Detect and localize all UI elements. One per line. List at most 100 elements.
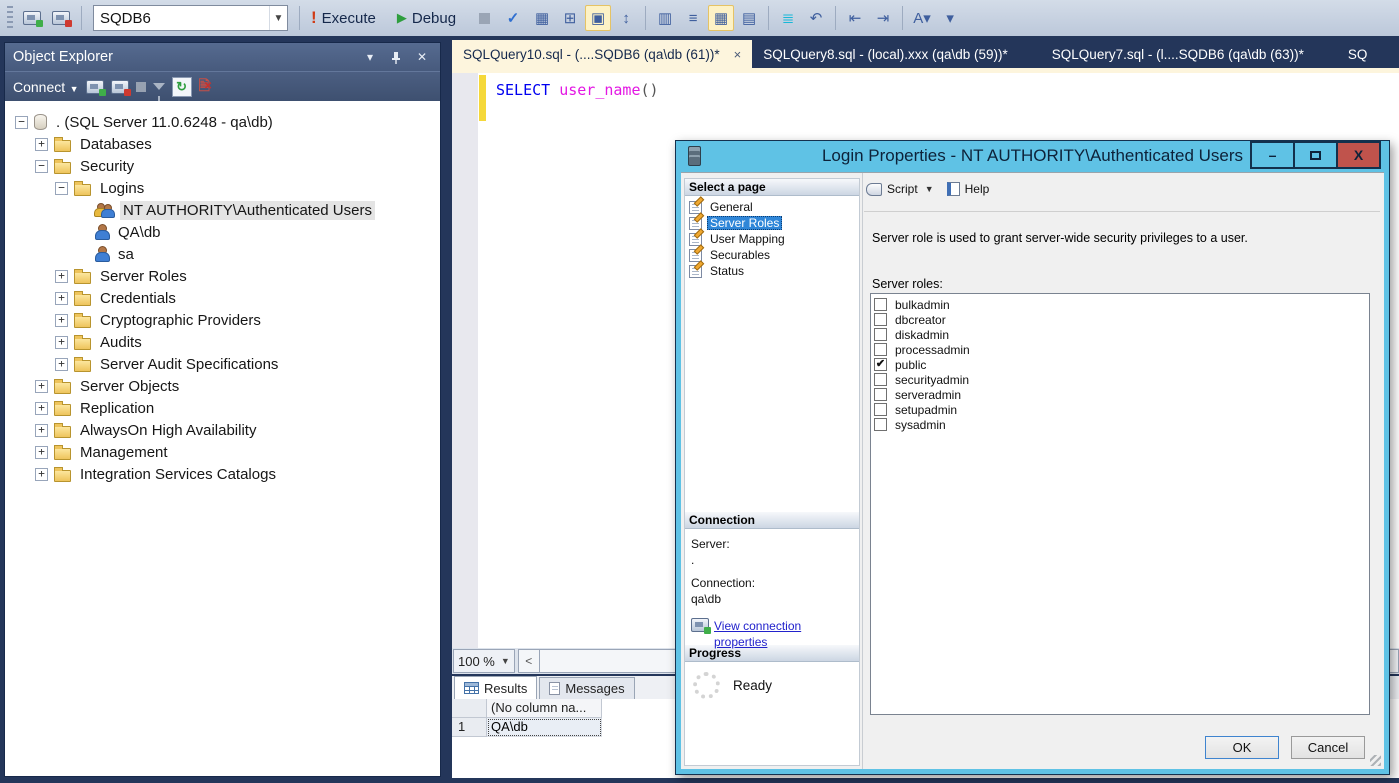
tree-item[interactable]: +Credentials (5, 287, 440, 309)
results-tab-results[interactable]: Results (454, 676, 537, 699)
filter-icon[interactable] (153, 83, 165, 90)
sqlcmd-mode-icon[interactable]: ▥ (652, 5, 678, 31)
results-to-text-icon[interactable]: ≡ (680, 5, 706, 31)
maximize-button[interactable] (1293, 141, 1338, 169)
code-line[interactable]: SELECT user_name() (496, 81, 659, 99)
checkbox-processadmin[interactable] (874, 343, 887, 356)
sidebar-item-user-mapping[interactable]: User Mapping (689, 231, 859, 247)
results-tab-messages[interactable]: Messages (539, 677, 634, 699)
tree-item[interactable]: +Server Audit Specifications (5, 353, 440, 375)
expander-icon[interactable]: + (55, 314, 68, 327)
server-role-row[interactable]: setupadmin (874, 402, 1369, 417)
close-icon[interactable]: ✕ (412, 48, 432, 66)
chevron-down-icon[interactable]: ▼ (925, 184, 934, 194)
checkbox-serveradmin[interactable] (874, 388, 887, 401)
window-position-icon[interactable]: ▾ (360, 48, 380, 66)
close-button[interactable]: X (1336, 141, 1381, 169)
document-tab[interactable]: SQLQuery7.sql - (l....SQDB6 (qa\db (63))… (1041, 40, 1315, 68)
document-tab[interactable]: SQLQuery8.sql - (local).xxx (qa\db (59))… (752, 40, 1019, 68)
expander-icon[interactable]: + (35, 138, 48, 151)
server-role-row[interactable]: processadmin (874, 342, 1369, 357)
tree-item[interactable]: −Logins (5, 177, 440, 199)
expander-icon[interactable]: + (35, 402, 48, 415)
close-tab-icon[interactable]: × (734, 47, 742, 62)
checkbox-public[interactable]: ✔ (874, 358, 887, 371)
show-estimated-plan-icon[interactable]: ▦ (529, 5, 555, 31)
server-role-row[interactable]: diskadmin (874, 327, 1369, 342)
help-button[interactable]: Help (965, 182, 990, 196)
server-role-row[interactable]: ✔public (874, 357, 1369, 372)
grid-corner-cell[interactable] (452, 699, 487, 718)
minimize-button[interactable]: – (1250, 141, 1295, 169)
checkbox-dbcreator[interactable] (874, 313, 887, 326)
editor-zoom-select[interactable]: 100 % ▼ (453, 649, 515, 673)
chevron-down-icon[interactable]: ▼ (269, 6, 287, 30)
tree-item[interactable]: −Security (5, 155, 440, 177)
server-role-row[interactable]: dbcreator (874, 312, 1369, 327)
connect-menu-button[interactable]: Connect ▼ (13, 79, 79, 95)
expander-icon[interactable]: + (55, 292, 68, 305)
tree-item[interactable]: +Cryptographic Providers (5, 309, 440, 331)
name-completion-icon[interactable]: A▾ (909, 5, 935, 31)
ok-button[interactable]: OK (1205, 736, 1279, 759)
results-to-file-icon[interactable]: ▤ (736, 5, 762, 31)
execute-button[interactable]: ! Execute (307, 5, 380, 31)
expander-icon[interactable]: − (15, 116, 28, 129)
grid-row-header[interactable]: 1 (452, 718, 487, 737)
results-to-grid-icon[interactable]: ▦ (708, 5, 734, 31)
connect-server-icon[interactable] (86, 80, 104, 94)
tree-item[interactable]: +Management (5, 441, 440, 463)
increase-indent-icon[interactable]: ⇥ (870, 5, 896, 31)
checkbox-diskadmin[interactable] (874, 328, 887, 341)
tree-item[interactable]: +Databases (5, 133, 440, 155)
tree-item[interactable]: +Replication (5, 397, 440, 419)
grid-column-header[interactable]: (No column na... (487, 699, 602, 718)
server-role-row[interactable]: serveradmin (874, 387, 1369, 402)
checkbox-sysadmin[interactable] (874, 418, 887, 431)
toolbar-overflow-icon[interactable]: ▾ (937, 5, 963, 31)
query-options-icon[interactable]: ⊞ (557, 5, 583, 31)
tree-item[interactable]: sa (5, 243, 440, 265)
tree-item[interactable]: +Audits (5, 331, 440, 353)
expander-icon[interactable]: + (35, 424, 48, 437)
parse-button[interactable]: ✓ (500, 5, 526, 31)
expander-icon[interactable]: + (55, 270, 68, 283)
cancel-button[interactable]: Cancel (1291, 736, 1365, 759)
checkbox-setupadmin[interactable] (874, 403, 887, 416)
server-role-row[interactable]: sysadmin (874, 417, 1369, 432)
expander-icon[interactable]: + (55, 358, 68, 371)
tree-item[interactable]: +AlwaysOn High Availability (5, 419, 440, 441)
server-role-row[interactable]: securityadmin (874, 372, 1369, 387)
document-tab[interactable]: SQ (1337, 40, 1379, 68)
tree-item[interactable]: +Server Roles (5, 265, 440, 287)
database-combobox[interactable]: SQDB6 ▼ (93, 5, 288, 31)
pin-icon[interactable] (386, 48, 406, 66)
tree-item[interactable]: NT AUTHORITY\Authenticated Users (5, 199, 440, 221)
sidebar-item-status[interactable]: Status (689, 263, 859, 279)
toolbar-grip[interactable] (7, 6, 13, 30)
scroll-left-arrow-icon[interactable]: < (518, 649, 540, 673)
comment-icon[interactable]: ≣ (775, 5, 801, 31)
tree-item[interactable]: −. (SQL Server 11.0.6248 - qa\db) (5, 111, 440, 133)
expander-icon[interactable]: − (55, 182, 68, 195)
expander-icon[interactable]: + (35, 380, 48, 393)
refresh-icon[interactable]: ↻ (172, 77, 192, 97)
disconnect-icon[interactable] (48, 5, 74, 31)
decrease-indent-icon[interactable]: ⇤ (842, 5, 868, 31)
expander-icon[interactable]: − (35, 160, 48, 173)
sidebar-item-general[interactable]: General (689, 199, 859, 215)
specify-values-icon[interactable]: ↕ (613, 5, 639, 31)
document-tab[interactable]: SQLQuery10.sql - (....SQDB6 (qa\db (61))… (452, 40, 752, 68)
server-roles-listbox[interactable]: bulkadmindbcreatordiskadminprocessadmin✔… (870, 293, 1370, 715)
script-button[interactable]: Script (887, 182, 918, 196)
connect-icon[interactable] (19, 5, 45, 31)
disconnect-server-icon[interactable] (111, 80, 129, 94)
expander-icon[interactable]: + (55, 336, 68, 349)
intellisense-enabled-icon[interactable]: ▣ (585, 5, 611, 31)
tree-item[interactable]: +Server Objects (5, 375, 440, 397)
grid-cell[interactable]: QA\db (487, 718, 602, 737)
checkbox-bulkadmin[interactable] (874, 298, 887, 311)
tree-item[interactable]: +Integration Services Catalogs (5, 463, 440, 485)
expander-icon[interactable]: + (35, 468, 48, 481)
debug-button[interactable]: ▶ Debug (393, 5, 460, 31)
